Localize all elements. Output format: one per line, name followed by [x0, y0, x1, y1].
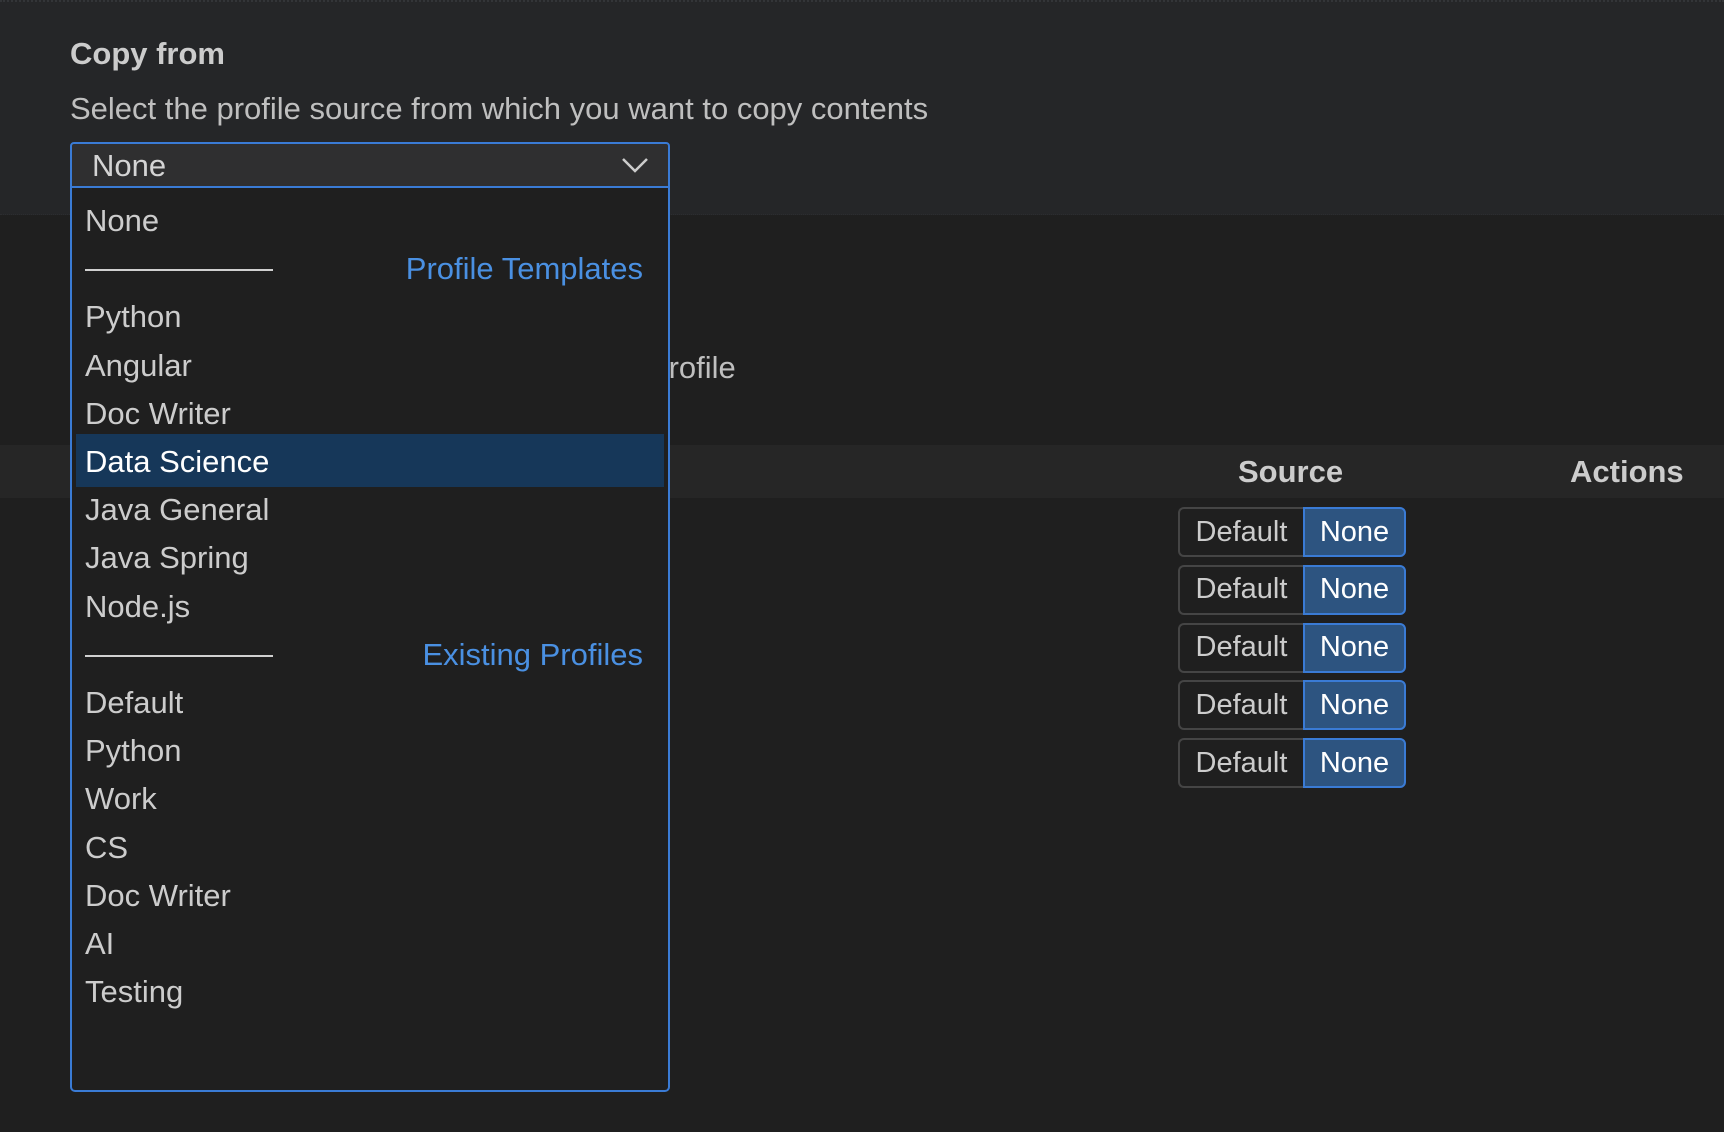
option-label: Work	[85, 781, 157, 817]
group-label: Existing Profiles	[422, 636, 643, 672]
separator-line	[85, 269, 273, 272]
source-option-default[interactable]: Default	[1178, 622, 1303, 673]
dropdown-option[interactable]: Default	[76, 675, 664, 728]
dropdown-option[interactable]: Doc Writer	[76, 386, 664, 439]
source-option-none[interactable]: None	[1303, 680, 1406, 731]
dropdown-option[interactable]: Node.js	[76, 579, 664, 632]
option-label: Java Spring	[85, 540, 249, 576]
group-label: Profile Templates	[405, 251, 643, 287]
option-label: Doc Writer	[85, 395, 231, 431]
source-toggle: Default None	[1178, 738, 1406, 789]
dropdown-option[interactable]: Angular	[76, 338, 664, 391]
source-option-default[interactable]: Default	[1178, 507, 1303, 557]
option-label: Doc Writer	[85, 877, 231, 913]
dropdown-option[interactable]: Work	[76, 771, 664, 824]
select-value: None	[92, 148, 167, 183]
option-label: Testing	[85, 974, 184, 1010]
dropdown-option[interactable]: Python	[76, 289, 664, 342]
option-label: CS	[85, 829, 129, 865]
column-header-source: Source	[1238, 454, 1344, 489]
option-label: Java General	[85, 492, 270, 528]
source-option-none[interactable]: None	[1303, 622, 1406, 673]
source-option-none[interactable]: None	[1303, 738, 1406, 789]
option-label: None	[85, 203, 160, 238]
source-toggle: Default None	[1178, 622, 1406, 673]
option-label: AI	[85, 926, 115, 961]
source-toggle: Default None	[1178, 680, 1406, 731]
dropdown-option[interactable]: Testing	[76, 964, 664, 1017]
section-title: Copy from	[70, 36, 225, 71]
dropdown-option[interactable]: Doc Writer	[76, 868, 664, 921]
copy-from-dropdown-list: None Profile Templates Python Angular Doc Wr…	[70, 188, 670, 1092]
option-label: Python	[85, 299, 182, 335]
source-option-none[interactable]: None	[1303, 564, 1406, 615]
separator-line	[85, 654, 273, 657]
source-toggle: Default None	[1178, 507, 1406, 557]
dropdown-group-separator: Existing Profiles	[76, 627, 664, 680]
option-label: Node.js	[85, 588, 191, 624]
option-label: Data Science	[85, 444, 270, 479]
option-label: Python	[85, 733, 182, 769]
dropdown-option[interactable]: None	[76, 193, 664, 246]
dropdown-option[interactable]: Python	[76, 723, 664, 776]
source-toggle: Default None	[1178, 564, 1406, 615]
dropdown-group-separator: Profile Templates	[76, 241, 664, 294]
source-option-default[interactable]: Default	[1178, 738, 1303, 789]
source-option-default[interactable]: Default	[1178, 680, 1303, 731]
option-label: Angular	[85, 347, 192, 383]
section-description: Select the profile source from which you…	[70, 91, 929, 126]
dropdown-option[interactable]: Java Spring	[76, 530, 664, 583]
column-header-actions: Actions	[1570, 454, 1684, 489]
dropdown-option[interactable]: Data Science	[76, 434, 664, 487]
chevron-down-icon	[622, 158, 648, 173]
source-option-default[interactable]: Default	[1178, 564, 1303, 615]
dropdown-option[interactable]: Java General	[76, 482, 664, 535]
dropdown-option[interactable]: AI	[76, 916, 664, 969]
option-label: Default	[85, 685, 184, 720]
copy-from-select[interactable]: None	[70, 142, 670, 188]
dropdown-option[interactable]: CS	[76, 820, 664, 873]
source-option-none[interactable]: None	[1303, 507, 1406, 557]
